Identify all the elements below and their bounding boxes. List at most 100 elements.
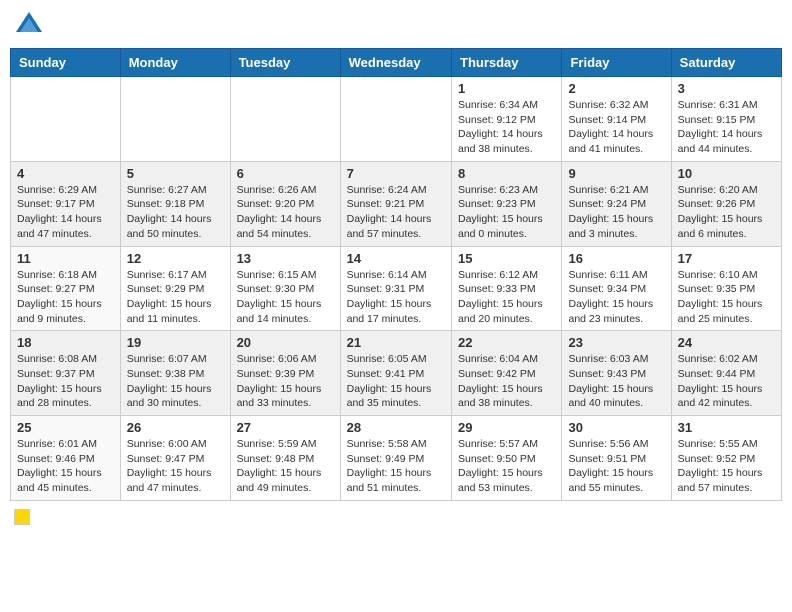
day-info: Sunrise: 6:10 AM Sunset: 9:35 PM Dayligh… (678, 268, 775, 327)
day-number: 6 (237, 166, 334, 181)
calendar-cell: 8Sunrise: 6:23 AM Sunset: 9:23 PM Daylig… (452, 161, 562, 246)
day-number: 10 (678, 166, 775, 181)
calendar-cell: 2 Sunrise: 6:32 AM Sunset: 9:14 PM Daylig… (562, 77, 671, 162)
day-info: Sunrise: 6:29 AM Sunset: 9:17 PM Dayligh… (17, 183, 114, 242)
calendar-cell: 21 Sunrise: 6:05 AM Sunset: 9:41 PM Dayli… (340, 331, 451, 416)
calendar-cell: 23 Sunrise: 6:03 AM Sunset: 9:43 PM Dayli… (562, 331, 671, 416)
day-info: Sunrise: 6:14 AM Sunset: 9:31 PM Dayligh… (347, 268, 445, 327)
calendar-cell: 4 Sunrise: 6:29 AM Sunset: 9:17 PM Daylig… (11, 161, 121, 246)
day-info: Sunrise: 6:20 AM Sunset: 9:26 PM Dayligh… (678, 183, 775, 242)
calendar-week-row: 11 Sunrise: 6:18 AM Sunset: 9:27 PM Dayli… (11, 246, 782, 331)
legend (10, 509, 782, 525)
day-number: 16 (568, 251, 664, 266)
day-number: 25 (17, 420, 114, 435)
calendar-cell: 14 Sunrise: 6:14 AM Sunset: 9:31 PM Dayli… (340, 246, 451, 331)
day-number: 31 (678, 420, 775, 435)
calendar-cell (340, 77, 451, 162)
day-info: Sunrise: 6:17 AM Sunset: 9:29 PM Dayligh… (127, 268, 224, 327)
day-number: 18 (17, 335, 114, 350)
weekday-header: Thursday (452, 49, 562, 77)
weekday-header-row: SundayMondayTuesdayWednesdayThursdayFrid… (11, 49, 782, 77)
calendar-cell: 25Sunrise: 6:01 AM Sunset: 9:46 PM Dayli… (11, 416, 121, 501)
calendar-week-row: 25Sunrise: 6:01 AM Sunset: 9:46 PM Dayli… (11, 416, 782, 501)
page-header (10, 10, 782, 40)
day-info: Sunrise: 6:27 AM Sunset: 9:18 PM Dayligh… (127, 183, 224, 242)
calendar-cell: 7 Sunrise: 6:24 AM Sunset: 9:21 PM Daylig… (340, 161, 451, 246)
day-number: 11 (17, 251, 114, 266)
calendar-cell: 13 Sunrise: 6:15 AM Sunset: 9:30 PM Dayli… (230, 246, 340, 331)
calendar-week-row: 4 Sunrise: 6:29 AM Sunset: 9:17 PM Daylig… (11, 161, 782, 246)
day-info: Sunrise: 6:02 AM Sunset: 9:44 PM Dayligh… (678, 352, 775, 411)
day-info: Sunrise: 6:26 AM Sunset: 9:20 PM Dayligh… (237, 183, 334, 242)
calendar-cell: 10 Sunrise: 6:20 AM Sunset: 9:26 PM Dayli… (671, 161, 781, 246)
day-info: Sunrise: 5:58 AM Sunset: 9:49 PM Dayligh… (347, 437, 445, 496)
day-info: Sunrise: 5:59 AM Sunset: 9:48 PM Dayligh… (237, 437, 334, 496)
day-info: Sunrise: 6:34 AM Sunset: 9:12 PM Dayligh… (458, 98, 555, 157)
day-number: 20 (237, 335, 334, 350)
day-number: 19 (127, 335, 224, 350)
calendar-table: SundayMondayTuesdayWednesdayThursdayFrid… (10, 48, 782, 501)
day-info: Sunrise: 6:05 AM Sunset: 9:41 PM Dayligh… (347, 352, 445, 411)
day-number: 27 (237, 420, 334, 435)
day-number: 22 (458, 335, 555, 350)
day-number: 9 (568, 166, 664, 181)
day-number: 24 (678, 335, 775, 350)
day-info: Sunrise: 6:24 AM Sunset: 9:21 PM Dayligh… (347, 183, 445, 242)
day-number: 15 (458, 251, 555, 266)
weekday-header: Saturday (671, 49, 781, 77)
day-number: 2 (568, 81, 664, 96)
day-info: Sunrise: 6:12 AM Sunset: 9:33 PM Dayligh… (458, 268, 555, 327)
weekday-header: Sunday (11, 49, 121, 77)
calendar-cell: 27 Sunrise: 5:59 AM Sunset: 9:48 PM Dayli… (230, 416, 340, 501)
day-number: 1 (458, 81, 555, 96)
calendar-cell: 11 Sunrise: 6:18 AM Sunset: 9:27 PM Dayli… (11, 246, 121, 331)
logo-icon (14, 10, 44, 40)
day-number: 17 (678, 251, 775, 266)
calendar-cell: 26Sunrise: 6:00 AM Sunset: 9:47 PM Dayli… (120, 416, 230, 501)
calendar-week-row: 18 Sunrise: 6:08 AM Sunset: 9:37 PM Dayli… (11, 331, 782, 416)
day-info: Sunrise: 6:11 AM Sunset: 9:34 PM Dayligh… (568, 268, 664, 327)
day-number: 29 (458, 420, 555, 435)
day-number: 21 (347, 335, 445, 350)
calendar-cell: 5Sunrise: 6:27 AM Sunset: 9:18 PM Daylig… (120, 161, 230, 246)
day-number: 8 (458, 166, 555, 181)
calendar-week-row: 1 Sunrise: 6:34 AM Sunset: 9:12 PM Daylig… (11, 77, 782, 162)
day-info: Sunrise: 6:21 AM Sunset: 9:24 PM Dayligh… (568, 183, 664, 242)
day-info: Sunrise: 6:07 AM Sunset: 9:38 PM Dayligh… (127, 352, 224, 411)
day-info: Sunrise: 6:03 AM Sunset: 9:43 PM Dayligh… (568, 352, 664, 411)
day-number: 13 (237, 251, 334, 266)
calendar-cell: 22 Sunrise: 6:04 AM Sunset: 9:42 PM Dayli… (452, 331, 562, 416)
day-number: 12 (127, 251, 224, 266)
day-number: 7 (347, 166, 445, 181)
day-number: 3 (678, 81, 775, 96)
calendar-cell (230, 77, 340, 162)
day-number: 23 (568, 335, 664, 350)
calendar-cell: 18 Sunrise: 6:08 AM Sunset: 9:37 PM Dayli… (11, 331, 121, 416)
day-info: Sunrise: 5:57 AM Sunset: 9:50 PM Dayligh… (458, 437, 555, 496)
day-number: 14 (347, 251, 445, 266)
calendar-cell: 15 Sunrise: 6:12 AM Sunset: 9:33 PM Dayli… (452, 246, 562, 331)
calendar-cell: 29 Sunrise: 5:57 AM Sunset: 9:50 PM Dayli… (452, 416, 562, 501)
weekday-header: Tuesday (230, 49, 340, 77)
calendar-cell: 17 Sunrise: 6:10 AM Sunset: 9:35 PM Dayli… (671, 246, 781, 331)
weekday-header: Monday (120, 49, 230, 77)
calendar-cell: 9 Sunrise: 6:21 AM Sunset: 9:24 PM Daylig… (562, 161, 671, 246)
weekday-header: Friday (562, 49, 671, 77)
day-info: Sunrise: 6:04 AM Sunset: 9:42 PM Dayligh… (458, 352, 555, 411)
day-number: 28 (347, 420, 445, 435)
day-number: 4 (17, 166, 114, 181)
day-info: Sunrise: 6:15 AM Sunset: 9:30 PM Dayligh… (237, 268, 334, 327)
day-info: Sunrise: 6:06 AM Sunset: 9:39 PM Dayligh… (237, 352, 334, 411)
day-info: Sunrise: 6:18 AM Sunset: 9:27 PM Dayligh… (17, 268, 114, 327)
day-info: Sunrise: 6:08 AM Sunset: 9:37 PM Dayligh… (17, 352, 114, 411)
calendar-cell: 28 Sunrise: 5:58 AM Sunset: 9:49 PM Dayli… (340, 416, 451, 501)
day-info: Sunrise: 5:56 AM Sunset: 9:51 PM Dayligh… (568, 437, 664, 496)
day-info: Sunrise: 6:32 AM Sunset: 9:14 PM Dayligh… (568, 98, 664, 157)
calendar-cell: 19 Sunrise: 6:07 AM Sunset: 9:38 PM Dayli… (120, 331, 230, 416)
calendar-cell: 30Sunrise: 5:56 AM Sunset: 9:51 PM Dayli… (562, 416, 671, 501)
calendar-cell: 16 Sunrise: 6:11 AM Sunset: 9:34 PM Dayli… (562, 246, 671, 331)
calendar-cell: 6 Sunrise: 6:26 AM Sunset: 9:20 PM Daylig… (230, 161, 340, 246)
calendar-cell: 31Sunrise: 5:55 AM Sunset: 9:52 PM Dayli… (671, 416, 781, 501)
weekday-header: Wednesday (340, 49, 451, 77)
day-info: Sunrise: 6:00 AM Sunset: 9:47 PM Dayligh… (127, 437, 224, 496)
